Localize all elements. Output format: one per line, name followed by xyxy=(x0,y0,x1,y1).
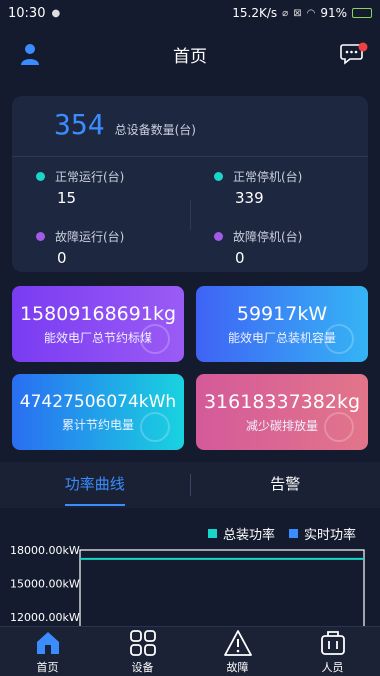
legend-item[interactable]: 实时功率 xyxy=(288,524,356,543)
stat-value: 0 xyxy=(235,249,245,267)
power-chart: 总装功率 实时功率 18000.00kW 15000.00kW 12000.00kW xyxy=(0,508,380,628)
status-time: 10:30 xyxy=(8,5,46,21)
nav-label: 人员 xyxy=(321,660,344,674)
status-dot xyxy=(36,232,45,241)
network-speed: 15.2K/s xyxy=(232,6,278,20)
people-icon xyxy=(320,630,345,655)
tile-value: 15809168691kg xyxy=(19,302,177,325)
tile-carbon-reduced[interactable]: 31618337382kg 减少碳排放量 xyxy=(196,374,368,450)
nav-people[interactable]: 人员 xyxy=(298,629,368,675)
battery-percent: 91% xyxy=(320,6,347,20)
tile-coal-saved[interactable]: 15809168691kg 能效电厂总节约标煤 xyxy=(12,286,184,362)
stat-value: 339 xyxy=(235,189,264,207)
tile-label: 能效电厂总节约标煤 xyxy=(43,330,152,345)
device-summary-card: 354 总设备数量(台) 正常运行(台) 15 正常停机(台) 339 故障运行… xyxy=(12,96,368,272)
nav-home[interactable]: 首页 xyxy=(13,629,83,675)
battery-icon xyxy=(352,8,372,18)
content-tabs: 功率曲线 告警 xyxy=(0,462,380,508)
legend-swatch xyxy=(207,529,217,538)
total-devices-value: 354 xyxy=(54,108,105,141)
stat-label: 故障运行(台) xyxy=(55,230,125,244)
stat-fault-running: 故障运行(台) 0 xyxy=(36,228,124,267)
tile-value: 47427506074kWh xyxy=(19,391,177,412)
nav-faults[interactable]: 故障 xyxy=(203,629,273,675)
warning-icon xyxy=(223,629,252,656)
tab-power-curve[interactable]: 功率曲线 xyxy=(0,462,190,508)
stat-value: 0 xyxy=(57,249,67,267)
y-tick-label: 15000.00kW xyxy=(10,577,80,590)
gear-icon xyxy=(324,324,354,354)
tile-energy-saved[interactable]: 47427506074kWh 累计节约电量 xyxy=(12,374,184,450)
stat-fault-stopped: 故障停机(台) 0 xyxy=(214,228,302,267)
chart-legend: 总装功率 实时功率 xyxy=(207,524,356,543)
nav-label: 首页 xyxy=(36,660,59,674)
tile-label: 累计节约电量 xyxy=(61,417,134,432)
tab-alarms[interactable]: 告警 xyxy=(191,462,380,508)
nav-label: 设备 xyxy=(131,660,154,674)
tile-label: 能效电厂总装机容量 xyxy=(227,330,336,345)
legend-swatch xyxy=(288,529,298,538)
nav-label: 故障 xyxy=(226,660,249,674)
legend-item[interactable]: 总装功率 xyxy=(207,524,275,543)
notification-icon: ● xyxy=(51,7,61,19)
total-devices: 354 总设备数量(台) xyxy=(54,108,196,141)
gear-icon xyxy=(324,412,354,442)
status-dot xyxy=(36,172,45,181)
stat-label: 正常运行(台) xyxy=(55,170,125,184)
total-devices-label: 总设备数量(台) xyxy=(114,123,196,137)
mute-icon: ⌀ xyxy=(282,7,289,19)
user-icon[interactable] xyxy=(18,42,42,66)
stat-label: 故障停机(台) xyxy=(233,230,303,244)
nav-devices[interactable]: 设备 xyxy=(108,629,178,675)
gear-icon xyxy=(140,412,170,442)
y-tick-label: 12000.00kW xyxy=(10,611,80,624)
tile-value: 59917kW xyxy=(236,302,328,325)
gear-icon xyxy=(140,324,170,354)
device-grid-icon xyxy=(129,629,156,656)
status-dot xyxy=(214,172,223,181)
legend-label: 总装功率 xyxy=(222,528,275,543)
message-icon[interactable] xyxy=(340,42,368,66)
stat-value: 15 xyxy=(57,189,77,207)
status-bar: 10:30 ● 15.2K/s ⌀ ⊠ ◠ 91% xyxy=(0,0,380,26)
app-header: 首页 xyxy=(0,30,380,78)
home-icon xyxy=(36,631,59,654)
stat-normal-stopped: 正常停机(台) 339 xyxy=(214,168,302,207)
page-title: 首页 xyxy=(173,46,207,67)
status-dot xyxy=(214,232,223,241)
legend-label: 实时功率 xyxy=(303,528,356,543)
tile-installed-capacity[interactable]: 59917kW 能效电厂总装机容量 xyxy=(196,286,368,362)
bottom-nav: 首页 设备 故障 人员 xyxy=(0,626,380,676)
y-tick-label: 18000.00kW xyxy=(10,544,80,557)
tile-value: 31618337382kg xyxy=(203,390,361,413)
divider xyxy=(190,200,191,230)
chart-plot: 18000.00kW 15000.00kW 12000.00kW xyxy=(10,544,365,628)
stat-normal-running: 正常运行(台) 15 xyxy=(36,168,124,207)
wifi-icon: ◠ xyxy=(306,7,316,19)
stat-label: 正常停机(台) xyxy=(233,170,303,184)
sim-icon: ⊠ xyxy=(293,7,302,19)
divider xyxy=(12,156,368,157)
tile-label: 减少碳排放量 xyxy=(245,418,318,433)
plot-frame xyxy=(79,549,365,628)
